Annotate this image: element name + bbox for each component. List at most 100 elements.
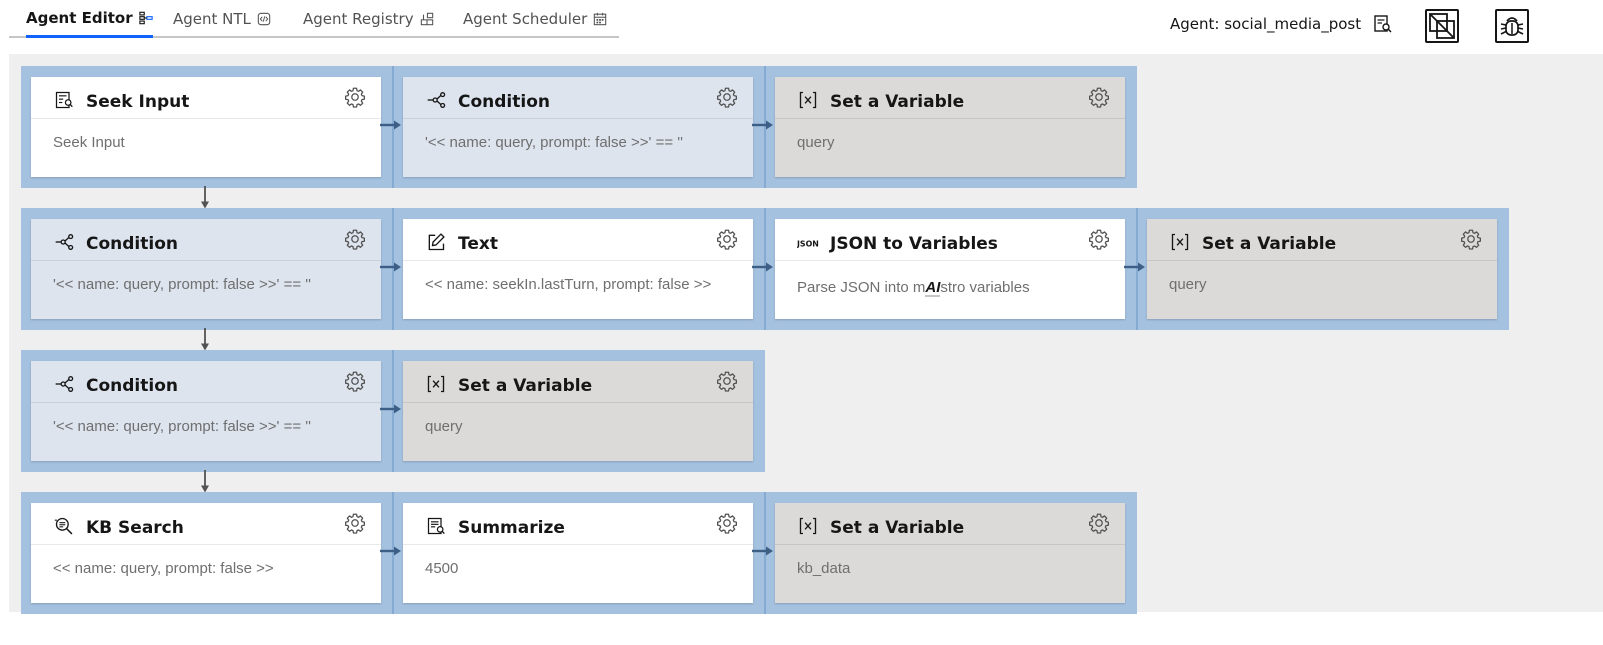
node-body: << name: seekIn.lastTurn, prompt: false … [425,276,712,293]
flow-row-1: Seek Input Seek Input Condition '<< name… [21,66,1137,188]
variable-icon [1169,232,1191,252]
variable-icon [797,516,819,536]
body-text: Parse JSON into m [797,279,926,296]
tab-agent-ntl[interactable]: Agent NTL [173,0,271,38]
connector-arrow [752,545,774,557]
node-body: Seek Input [53,134,125,151]
node-set-variable[interactable]: Set a Variable query [403,361,753,461]
gear-icon[interactable] [1088,86,1110,108]
node-title: Text [458,234,498,254]
gear-icon[interactable] [344,512,366,534]
top-bar: Agent Editor Agent NTL Agent Registry Ag… [0,0,1603,54]
node-body: query [1169,276,1207,293]
node-kb-search[interactable]: KB Search << name: query, prompt: false … [31,503,381,603]
node-set-variable[interactable]: Set a Variable query [1147,219,1497,319]
node-condition[interactable]: Condition '<< name: query, prompt: false… [31,361,381,461]
layers-button[interactable] [1425,9,1459,43]
node-title: Set a Variable [830,518,965,538]
node-body: << name: query, prompt: false >> [53,560,274,577]
tab-agent-editor[interactable]: Agent Editor [26,0,153,38]
connector-arrow [380,261,402,273]
node-title: KB Search [86,518,184,538]
tab-label: Agent Editor [26,8,133,27]
debug-button[interactable] [1495,9,1529,43]
gear-icon[interactable] [1088,228,1110,250]
gear-icon[interactable] [716,512,738,534]
flow-icon [138,11,153,24]
flow-row-4: KB Search << name: query, prompt: false … [21,492,1137,614]
kb-search-icon [53,516,75,536]
tab-agent-registry[interactable]: Agent Registry [303,0,434,38]
node-title: Set a Variable [1202,234,1337,254]
node-body: '<< name: query, prompt: false >>' == '' [53,276,311,293]
json-icon [797,235,825,251]
variable-icon [797,90,819,110]
tab-label: Agent NTL [173,10,251,28]
flow-row-2: Condition '<< name: query, prompt: false… [21,208,1509,330]
gear-icon[interactable] [344,370,366,392]
node-json-to-variables[interactable]: JSON to Variables Parse JSON into mAIstr… [775,219,1125,319]
node-condition[interactable]: Condition '<< name: query, prompt: false… [403,77,753,177]
connector-arrow-down [199,186,211,210]
debug-icon [1500,17,1524,36]
edit-icon [425,232,447,252]
node-title: Condition [86,376,178,396]
variable-icon [425,374,447,394]
node-condition[interactable]: Condition '<< name: query, prompt: false… [31,219,381,319]
node-seek-input[interactable]: Seek Input Seek Input [31,77,381,177]
node-title: Summarize [458,518,565,538]
connector-arrow-down [199,470,211,494]
node-set-variable[interactable]: Set a Variable query [775,77,1125,177]
document-search-icon[interactable] [1373,14,1393,34]
node-body: query [425,418,463,435]
condition-icon [53,232,75,252]
node-body: Parse JSON into mAIstro variables [797,279,1030,297]
condition-icon [53,374,75,394]
registry-icon [420,12,433,26]
tab-label: Agent Scheduler [463,10,588,28]
node-set-variable[interactable]: Set a Variable kb_data [775,503,1125,603]
node-body: '<< name: query, prompt: false >>' == '' [425,134,683,151]
node-body: kb_data [797,560,851,577]
seek-input-icon [53,90,75,110]
connector-arrow-down [199,328,211,352]
node-text[interactable]: Text << name: seekIn.lastTurn, prompt: f… [403,219,753,319]
tab-label: Agent Registry [303,10,414,28]
node-title: Condition [86,234,178,254]
gear-icon[interactable] [716,370,738,392]
tab-agent-scheduler[interactable]: Agent Scheduler [463,0,607,38]
connector-arrow [380,119,402,131]
connector-arrow [380,403,402,415]
connector-arrow [380,545,402,557]
scheduler-icon [594,12,607,26]
layers-icon [1429,13,1455,39]
node-title: JSON to Variables [830,234,998,254]
flow-row-3: Condition '<< name: query, prompt: false… [21,350,765,472]
node-body: '<< name: query, prompt: false >>' == '' [53,418,311,435]
node-summarize[interactable]: Summarize 4500 [403,503,753,603]
connector-arrow [752,119,774,131]
code-icon [257,12,271,26]
node-title: Condition [458,92,550,112]
gear-icon[interactable] [716,86,738,108]
node-title: Seek Input [86,92,190,112]
node-title: Set a Variable [830,92,965,112]
gear-icon[interactable] [1088,512,1110,534]
tab-bar: Agent Editor Agent NTL Agent Registry Ag… [9,0,619,38]
node-body: 4500 [425,560,459,577]
condition-icon [425,90,447,110]
connector-arrow [752,261,774,273]
gear-icon[interactable] [1460,228,1482,250]
summarize-icon [425,516,447,536]
connector-arrow [1124,261,1146,273]
agent-indicator: Agent: social_media_post [1170,12,1393,36]
brand-mark: AI [925,279,941,297]
gear-icon[interactable] [344,228,366,250]
body-text: stro variables [940,279,1030,296]
gear-icon[interactable] [716,228,738,250]
node-title: Set a Variable [458,376,593,396]
gear-icon[interactable] [344,86,366,108]
agent-name: Agent: social_media_post [1170,15,1362,33]
flow-canvas[interactable]: Seek Input Seek Input Condition '<< name… [9,54,1603,614]
node-body: query [797,134,835,151]
